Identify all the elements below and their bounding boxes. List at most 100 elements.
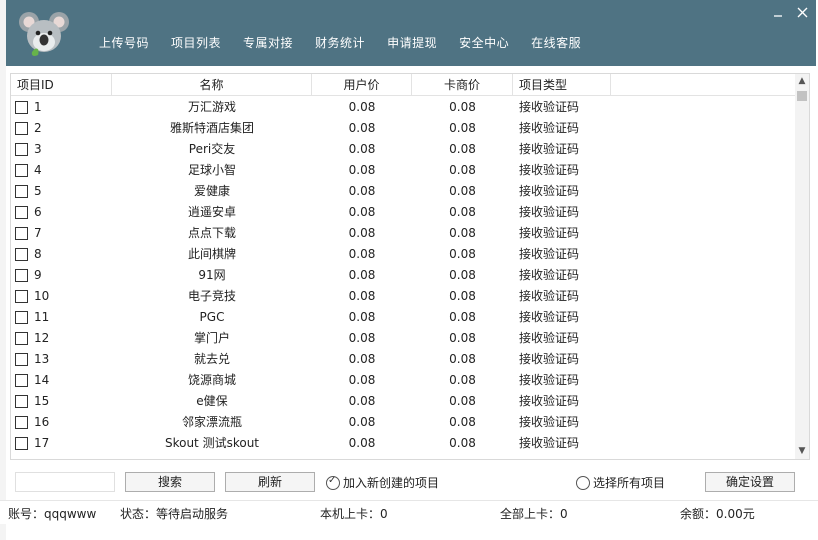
- row-checkbox[interactable]: [15, 332, 28, 345]
- project-id-text: 17: [34, 436, 50, 450]
- table-row[interactable]: 13 就去兑 0.08 0.08 接收验证码: [11, 349, 796, 370]
- project-id-text: 2: [34, 121, 42, 135]
- cell-project-id: 10: [11, 286, 112, 307]
- select-all-label: 选择所有项目: [593, 476, 666, 490]
- cell-project-type: 接收验证码: [519, 289, 580, 303]
- table-row[interactable]: 17 Skout 测试skout 0.08 0.08 接收验证码: [11, 433, 796, 454]
- cell-card-price: 0.08: [449, 436, 476, 450]
- vertical-scrollbar[interactable]: ▲ ▼: [795, 74, 809, 459]
- cell-card-price: 0.08: [449, 121, 476, 135]
- row-checkbox[interactable]: [15, 437, 28, 450]
- nav-project-list[interactable]: 项目列表: [171, 34, 221, 51]
- nav-finance-stats[interactable]: 财务统计: [315, 34, 365, 51]
- table-row[interactable]: 3 Peri交友 0.08 0.08 接收验证码: [11, 139, 796, 160]
- row-checkbox[interactable]: [15, 374, 28, 387]
- cell-name: PGC: [199, 310, 225, 324]
- cell-user-price: 0.08: [348, 184, 376, 198]
- row-checkbox[interactable]: [15, 206, 28, 219]
- table-row[interactable]: 10 电子竞技 0.08 0.08 接收验证码: [11, 286, 796, 307]
- nav-upload-numbers[interactable]: 上传号码: [99, 34, 149, 51]
- close-icon[interactable]: [792, 4, 812, 24]
- minimize-icon[interactable]: [768, 4, 788, 24]
- cell-card-price: 0.08: [449, 184, 476, 198]
- row-checkbox[interactable]: [15, 185, 28, 198]
- cell-project-id: 2: [11, 118, 112, 139]
- header-card-price[interactable]: 卡商价: [412, 74, 513, 96]
- row-checkbox[interactable]: [15, 143, 28, 156]
- header-spacer: [611, 74, 796, 96]
- cell-project-type: 接收验证码: [519, 184, 580, 198]
- header-project-id[interactable]: 项目ID: [11, 74, 112, 96]
- table-row[interactable]: 16 邻家漂流瓶 0.08 0.08 接收验证码: [11, 412, 796, 433]
- cell-name: 邻家漂流瓶: [181, 415, 242, 429]
- cell-user-price: 0.08: [348, 331, 376, 345]
- cell-name: 雅斯特酒店集团: [169, 121, 254, 135]
- table-row[interactable]: 6 逍遥安卓 0.08 0.08 接收验证码: [11, 202, 796, 223]
- row-checkbox[interactable]: [15, 290, 28, 303]
- cell-user-price: 0.08: [348, 289, 376, 303]
- table-row[interactable]: 9 91网 0.08 0.08 接收验证码: [11, 265, 796, 286]
- cell-project-type: 接收验证码: [519, 436, 580, 450]
- nav-security-center[interactable]: 安全中心: [459, 34, 509, 51]
- row-checkbox[interactable]: [15, 164, 28, 177]
- status-account: 账号：qqqwww: [8, 507, 97, 521]
- cell-name: 就去兑: [193, 352, 230, 366]
- header-project-type[interactable]: 项目类型: [513, 74, 611, 96]
- cell-project-type: 接收验证码: [519, 394, 580, 408]
- cell-card-price: 0.08: [449, 142, 476, 156]
- cell-project-type: 接收验证码: [519, 100, 580, 114]
- row-checkbox[interactable]: [15, 353, 28, 366]
- table-row[interactable]: 12 掌门户 0.08 0.08 接收验证码: [11, 328, 796, 349]
- nav-dedicated-connect[interactable]: 专属对接: [243, 34, 293, 51]
- add-new-radio[interactable]: [326, 475, 340, 490]
- header-user-price[interactable]: 用户价: [312, 74, 412, 96]
- project-id-text: 13: [34, 352, 50, 366]
- scroll-down-icon[interactable]: ▼: [795, 444, 809, 459]
- row-checkbox[interactable]: [15, 101, 28, 114]
- row-checkbox[interactable]: [15, 269, 28, 282]
- cell-project-id: 15: [11, 391, 112, 412]
- header-name[interactable]: 名称: [112, 74, 312, 96]
- scroll-up-icon[interactable]: ▲: [795, 74, 809, 89]
- project-table: 项目ID 名称 用户价 卡商价 项目类型 1 万汇游戏 0.08 0.08 接收验证码 2…: [10, 73, 810, 460]
- search-button[interactable]: 搜索: [125, 472, 215, 492]
- main-nav: 上传号码 项目列表 专属对接 财务统计 申请提现 安全中心 在线客服: [99, 34, 603, 51]
- table-row[interactable]: 2 雅斯特酒店集团 0.08 0.08 接收验证码: [11, 118, 796, 139]
- table-row[interactable]: 5 爱健康 0.08 0.08 接收验证码: [11, 181, 796, 202]
- scroll-thumb[interactable]: [797, 91, 807, 101]
- row-checkbox[interactable]: [15, 311, 28, 324]
- nav-withdraw[interactable]: 申请提现: [387, 34, 437, 51]
- select-all-option[interactable]: 选择所有项目: [576, 474, 665, 491]
- cell-project-id: 13: [11, 349, 112, 370]
- bottom-controls: 搜索 刷新 加入新创建的项目 选择所有项目 确定设置: [0, 466, 818, 496]
- table-row[interactable]: 11 PGC 0.08 0.08 接收验证码: [11, 307, 796, 328]
- add-new-projects-option[interactable]: 加入新创建的项目: [326, 474, 439, 491]
- table-row[interactable]: 1 万汇游戏 0.08 0.08 接收验证码: [11, 97, 796, 118]
- table-row[interactable]: 15 e健保 0.08 0.08 接收验证码: [11, 391, 796, 412]
- table-row[interactable]: 4 足球小智 0.08 0.08 接收验证码: [11, 160, 796, 181]
- select-all-radio[interactable]: [576, 475, 590, 490]
- cell-card-price: 0.08: [449, 268, 476, 282]
- row-checkbox[interactable]: [15, 395, 28, 408]
- row-checkbox[interactable]: [15, 122, 28, 135]
- table-row[interactable]: 14 饶源商城 0.08 0.08 接收验证码: [11, 370, 796, 391]
- project-id-text: 12: [34, 331, 50, 345]
- table-row[interactable]: 7 点点下载 0.08 0.08 接收验证码: [11, 223, 796, 244]
- project-id-text: 8: [34, 247, 42, 261]
- project-id-text: 14: [34, 373, 50, 387]
- confirm-settings-button[interactable]: 确定设置: [705, 472, 795, 492]
- table-header: 项目ID 名称 用户价 卡商价 项目类型: [11, 74, 796, 96]
- row-checkbox[interactable]: [15, 248, 28, 261]
- cell-user-price: 0.08: [348, 394, 376, 408]
- background-window-strip: [0, 0, 6, 540]
- search-input[interactable]: [15, 472, 115, 492]
- cell-project-id: 4: [11, 160, 112, 181]
- cell-user-price: 0.08: [348, 205, 376, 219]
- cell-card-price: 0.08: [449, 289, 476, 303]
- row-checkbox[interactable]: [15, 227, 28, 240]
- refresh-button[interactable]: 刷新: [225, 472, 315, 492]
- nav-online-support[interactable]: 在线客服: [531, 34, 581, 51]
- row-checkbox[interactable]: [15, 416, 28, 429]
- table-row[interactable]: 8 此间棋牌 0.08 0.08 接收验证码: [11, 244, 796, 265]
- cell-user-price: 0.08: [348, 310, 376, 324]
